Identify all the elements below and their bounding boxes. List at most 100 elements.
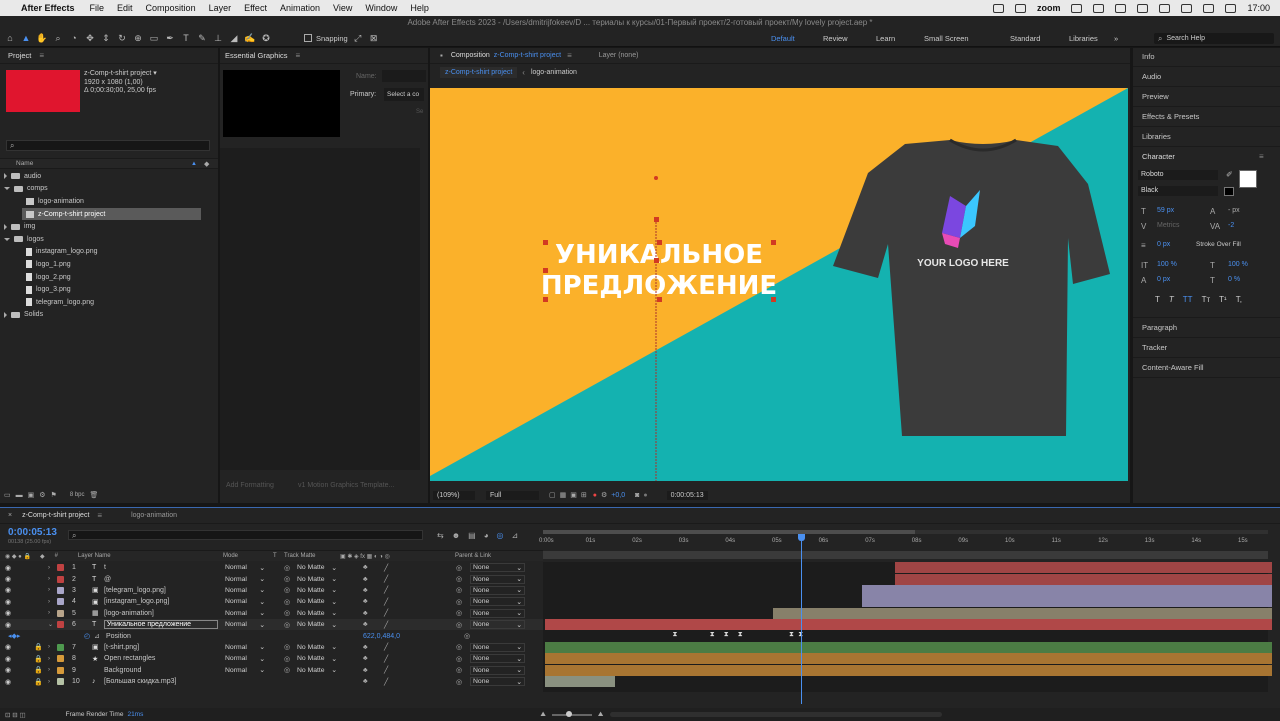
- layer-label-color[interactable]: [57, 655, 64, 663]
- zoom-in-icon[interactable]: ⛰: [598, 711, 603, 719]
- position-value[interactable]: 622,0,484,0: [363, 633, 400, 640]
- project-panel-title[interactable]: Project: [8, 51, 31, 60]
- parent-pickwhip-icon[interactable]: ◎: [456, 655, 462, 663]
- matte-pickwhip-icon[interactable]: ◎: [284, 666, 290, 674]
- project-search-input[interactable]: ⌕: [6, 140, 210, 151]
- track-matte-select[interactable]: No Matte ⌄: [297, 643, 337, 652]
- stopwatch-icon[interactable]: ◴: [84, 632, 90, 640]
- zoom-status[interactable]: zoom: [1037, 3, 1061, 13]
- matte-pickwhip-icon[interactable]: ◎: [284, 598, 290, 606]
- timeline-footer-icons[interactable]: ⊡ ⊟ ◫: [5, 711, 26, 719]
- stroke-width-value[interactable]: 0 px: [1157, 241, 1170, 248]
- black-swatch[interactable]: [1224, 187, 1234, 196]
- column-track-matte-header[interactable]: Track Matte: [284, 553, 315, 559]
- track-matte-select[interactable]: No Matte ⌄: [297, 586, 337, 595]
- layer-duration-bar[interactable]: [545, 642, 1272, 653]
- eg-name-input[interactable]: [382, 70, 426, 82]
- menu-animation[interactable]: Animation: [280, 3, 320, 13]
- quality-switch-icon[interactable]: ╱: [384, 575, 388, 583]
- parent-pickwhip-icon[interactable]: ◎: [456, 643, 462, 651]
- snap-icon[interactable]: ⤢: [352, 32, 364, 44]
- kerning-value[interactable]: Metrics: [1157, 222, 1180, 229]
- effects-presets-panel[interactable]: Effects & Presets: [1133, 107, 1280, 127]
- timeline-scrollbar[interactable]: [610, 712, 943, 717]
- layer-row[interactable]: ◉ 🔒 › 7 ▣ [t-shirt.png] Normal ⌄ ◎ No Mat…: [0, 642, 543, 653]
- layer-row[interactable]: ◉ 🔒 › 9 Background Normal ⌄ ◎ No Matte ⌄ ♣…: [0, 665, 543, 676]
- wifi-icon[interactable]: [1181, 3, 1193, 13]
- column-number-header[interactable]: #: [55, 553, 58, 559]
- blend-mode-select[interactable]: Normal ⌄: [225, 666, 265, 675]
- character-title[interactable]: Character: [1142, 152, 1175, 161]
- brush-tool-icon[interactable]: ✎: [196, 32, 208, 44]
- project-row-file[interactable]: logo_2.png: [0, 271, 218, 284]
- visibility-eye-icon[interactable]: ◉: [5, 678, 11, 686]
- expand-layer-icon[interactable]: ›: [48, 667, 50, 673]
- panel-menu-icon[interactable]: ≡: [296, 51, 301, 60]
- type-tool-icon[interactable]: T: [180, 32, 192, 44]
- matte-pickwhip-icon[interactable]: ◎: [284, 609, 290, 617]
- workspace-standard[interactable]: Standard: [1010, 34, 1069, 43]
- essential-graphics-title[interactable]: Essential Graphics: [225, 51, 288, 60]
- puppet-tool-icon[interactable]: ✪: [260, 32, 272, 44]
- search-icon[interactable]: [1203, 3, 1215, 13]
- frame-blending-icon[interactable]: ▤: [468, 531, 476, 540]
- parent-select[interactable]: None ⌄: [470, 665, 525, 675]
- draft-3d-icon[interactable]: ◎: [497, 531, 504, 540]
- superscript-button[interactable]: T¹: [1219, 295, 1227, 304]
- layer-name[interactable]: [telegram_logo.png]: [104, 587, 166, 594]
- pen-tool-icon[interactable]: ✒: [164, 32, 176, 44]
- zoom-tool-icon[interactable]: ⌕: [52, 32, 64, 44]
- time-ruler[interactable]: 0:00s 01s 02s 03s 04s 05s 06s 07s 08s 09s 10s 11s 12…: [539, 528, 1268, 561]
- layer-duration-bar[interactable]: [545, 653, 1272, 665]
- parent-select[interactable]: None ⌄: [470, 574, 525, 584]
- position-property-row[interactable]: ◂◆▸ ◴ ⊿ Position 622,0,484,0 ◎: [0, 630, 543, 641]
- status-icon[interactable]: [1115, 3, 1127, 13]
- keyframe-marker[interactable]: ⧗: [672, 631, 677, 639]
- layer-label-color[interactable]: [57, 621, 64, 629]
- expand-layer-icon[interactable]: ›: [48, 656, 50, 662]
- quality-switch-icon[interactable]: ╱: [384, 643, 388, 651]
- column-t-header[interactable]: T: [273, 553, 277, 559]
- menu-effect[interactable]: Effect: [244, 3, 267, 13]
- layer-label-color[interactable]: [57, 598, 64, 606]
- matte-pickwhip-icon[interactable]: ◎: [284, 655, 290, 663]
- parent-pickwhip-icon[interactable]: ◎: [456, 621, 462, 629]
- shy-switch-icon[interactable]: ♣: [363, 621, 368, 628]
- status-icon[interactable]: [1071, 3, 1083, 13]
- expand-layer-icon[interactable]: ›: [48, 610, 50, 616]
- workspace-small-screen[interactable]: Small Screen: [924, 34, 1010, 43]
- keyframe-marker[interactable]: ⧗: [738, 631, 743, 639]
- fill-color-swatch[interactable]: [1239, 170, 1257, 188]
- layer-label-color[interactable]: [57, 609, 64, 617]
- workspace-default[interactable]: Default: [771, 34, 823, 43]
- track-matte-select[interactable]: [297, 677, 337, 686]
- libraries-panel[interactable]: Libraries: [1133, 127, 1280, 147]
- blend-mode-select[interactable]: Normal ⌄: [225, 597, 265, 606]
- label-column-icon[interactable]: ◆: [40, 553, 45, 560]
- menu-help[interactable]: Help: [410, 3, 429, 13]
- faux-italic-button[interactable]: T: [1169, 295, 1174, 304]
- layer-name[interactable]: Уникальное предложение: [104, 620, 218, 630]
- small-caps-button[interactable]: Tт: [1202, 295, 1211, 304]
- layer-duration-bar[interactable]: [894, 573, 1272, 585]
- snapping-checkbox[interactable]: [304, 34, 312, 42]
- app-menu[interactable]: After Effects: [21, 3, 75, 13]
- collapse-arrow-icon[interactable]: [4, 237, 10, 241]
- layer-name[interactable]: @: [104, 576, 111, 583]
- horizontal-scale-value[interactable]: 100 %: [1228, 261, 1248, 268]
- current-time[interactable]: 0:00:05:13: [8, 527, 57, 538]
- export-template-button[interactable]: v1 Motion Graphics Template...: [298, 482, 394, 489]
- expand-arrow-icon[interactable]: [4, 173, 7, 180]
- shy-switch-icon[interactable]: ♣: [363, 644, 368, 651]
- project-row-z-comp[interactable]: z-Comp-t-shirt project: [22, 207, 201, 221]
- motion-blur-icon[interactable]: ◕: [484, 531, 489, 540]
- visibility-eye-icon[interactable]: ◉: [5, 586, 11, 594]
- layer-duration-bar[interactable]: [861, 596, 1272, 608]
- visibility-eye-icon[interactable]: ◉: [5, 655, 11, 663]
- snapshot-icon[interactable]: ◙: [635, 492, 639, 499]
- hand-tool-icon[interactable]: ✋: [36, 32, 48, 44]
- rectangle-tool-icon[interactable]: ▭: [148, 32, 160, 44]
- leading-value[interactable]: - px: [1228, 207, 1240, 214]
- work-area-range[interactable]: [543, 530, 915, 534]
- layer-name[interactable]: Open rectangles: [104, 655, 155, 662]
